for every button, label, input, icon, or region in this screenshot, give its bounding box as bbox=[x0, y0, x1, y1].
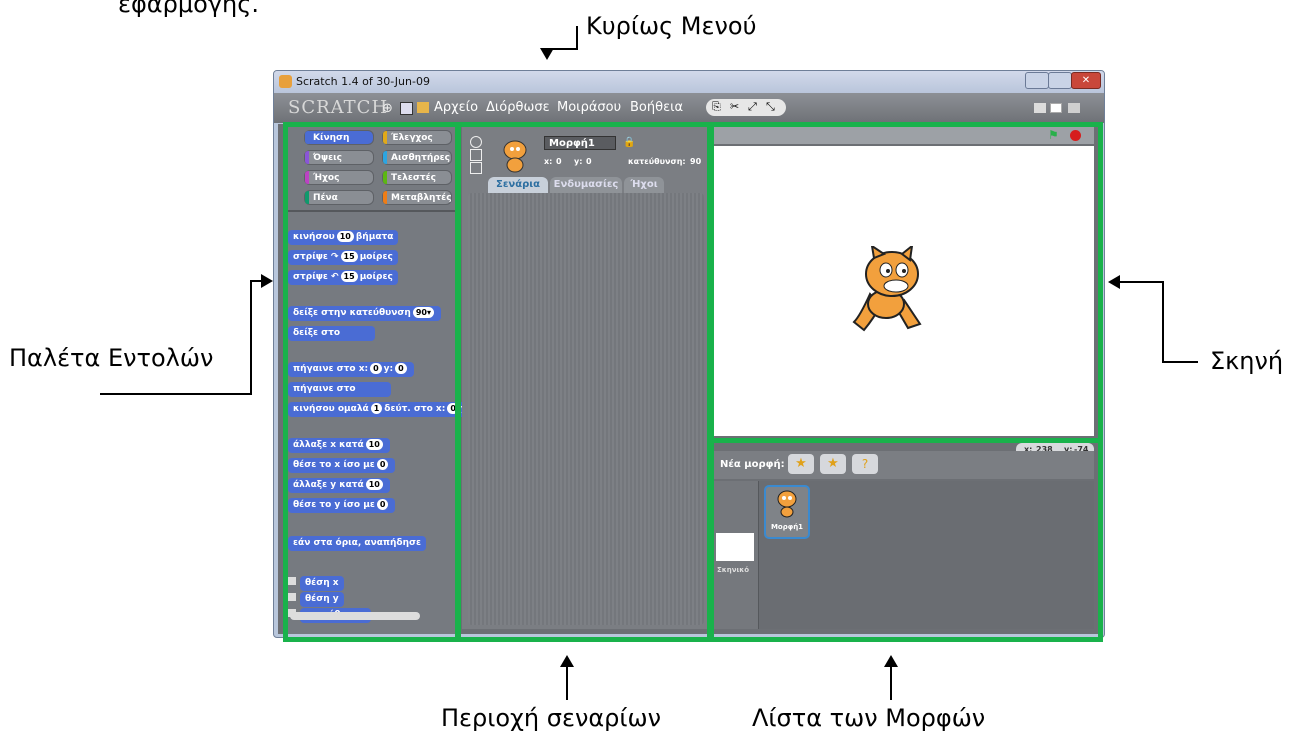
scratch-logo: SCRATCH bbox=[288, 97, 389, 118]
shrink-icon[interactable]: ⤡ bbox=[766, 100, 775, 114]
window-title: Scratch 1.4 of 30-Jun-09 bbox=[296, 75, 430, 88]
grow-icon[interactable]: ⤢ bbox=[748, 100, 757, 114]
menu-help[interactable]: Βοήθεια bbox=[630, 100, 683, 115]
callout-scripts: Περιοχή σεναρίων bbox=[441, 704, 662, 732]
menu-bar: SCRATCH ⊕ Αρχείο Διόρθωσε Μοιράσου Βοήθε… bbox=[274, 93, 1104, 123]
menu-edit[interactable]: Διόρθωσε bbox=[486, 100, 550, 115]
callout-line bbox=[576, 26, 578, 50]
highlight-sprite-list bbox=[707, 438, 1103, 642]
maximize-button[interactable] bbox=[1048, 72, 1072, 89]
callout-palette: Παλέτα Εντολών bbox=[9, 344, 214, 372]
callout-stage: Σκηνή bbox=[1210, 347, 1284, 375]
share-icon[interactable] bbox=[417, 102, 429, 113]
highlight-scripts bbox=[455, 122, 714, 642]
small-stage-icon[interactable] bbox=[1034, 103, 1046, 113]
arrow-right-icon bbox=[261, 274, 273, 288]
scissors-icon[interactable]: ✂ bbox=[730, 100, 739, 113]
normal-stage-icon[interactable] bbox=[1050, 103, 1062, 113]
duplicate-icon[interactable]: ⎘ bbox=[712, 100, 721, 114]
callout-main-menu: Κυρίως Μενού bbox=[586, 12, 757, 40]
minimize-button[interactable] bbox=[1025, 72, 1049, 89]
callout-line bbox=[1118, 281, 1164, 283]
highlight-palette bbox=[283, 122, 461, 642]
highlight-stage bbox=[707, 122, 1103, 443]
scratch-app-icon bbox=[279, 75, 292, 88]
close-button[interactable]: ✕ bbox=[1071, 72, 1101, 89]
callout-line bbox=[100, 393, 252, 395]
callout-sprites: Λίστα των Μορφών bbox=[752, 704, 986, 732]
callout-line bbox=[566, 666, 568, 700]
presentation-mode-icon[interactable] bbox=[1068, 103, 1080, 113]
callout-line bbox=[890, 666, 892, 700]
tool-buttons: ⎘ ✂ ⤢ ⤡ bbox=[706, 99, 786, 116]
cropped-caption-text: εφαρμογής. bbox=[118, 0, 259, 18]
save-icon[interactable] bbox=[400, 102, 413, 115]
callout-line bbox=[1162, 281, 1164, 363]
callout-line bbox=[250, 281, 252, 395]
menu-share[interactable]: Μοιράσου bbox=[557, 100, 621, 115]
arrow-down-icon bbox=[540, 48, 554, 60]
callout-line bbox=[1162, 361, 1198, 363]
title-bar: Scratch 1.4 of 30-Jun-09 ✕ bbox=[274, 71, 1104, 93]
globe-icon[interactable]: ⊕ bbox=[382, 101, 393, 116]
menu-file[interactable]: Αρχείο bbox=[434, 100, 478, 115]
